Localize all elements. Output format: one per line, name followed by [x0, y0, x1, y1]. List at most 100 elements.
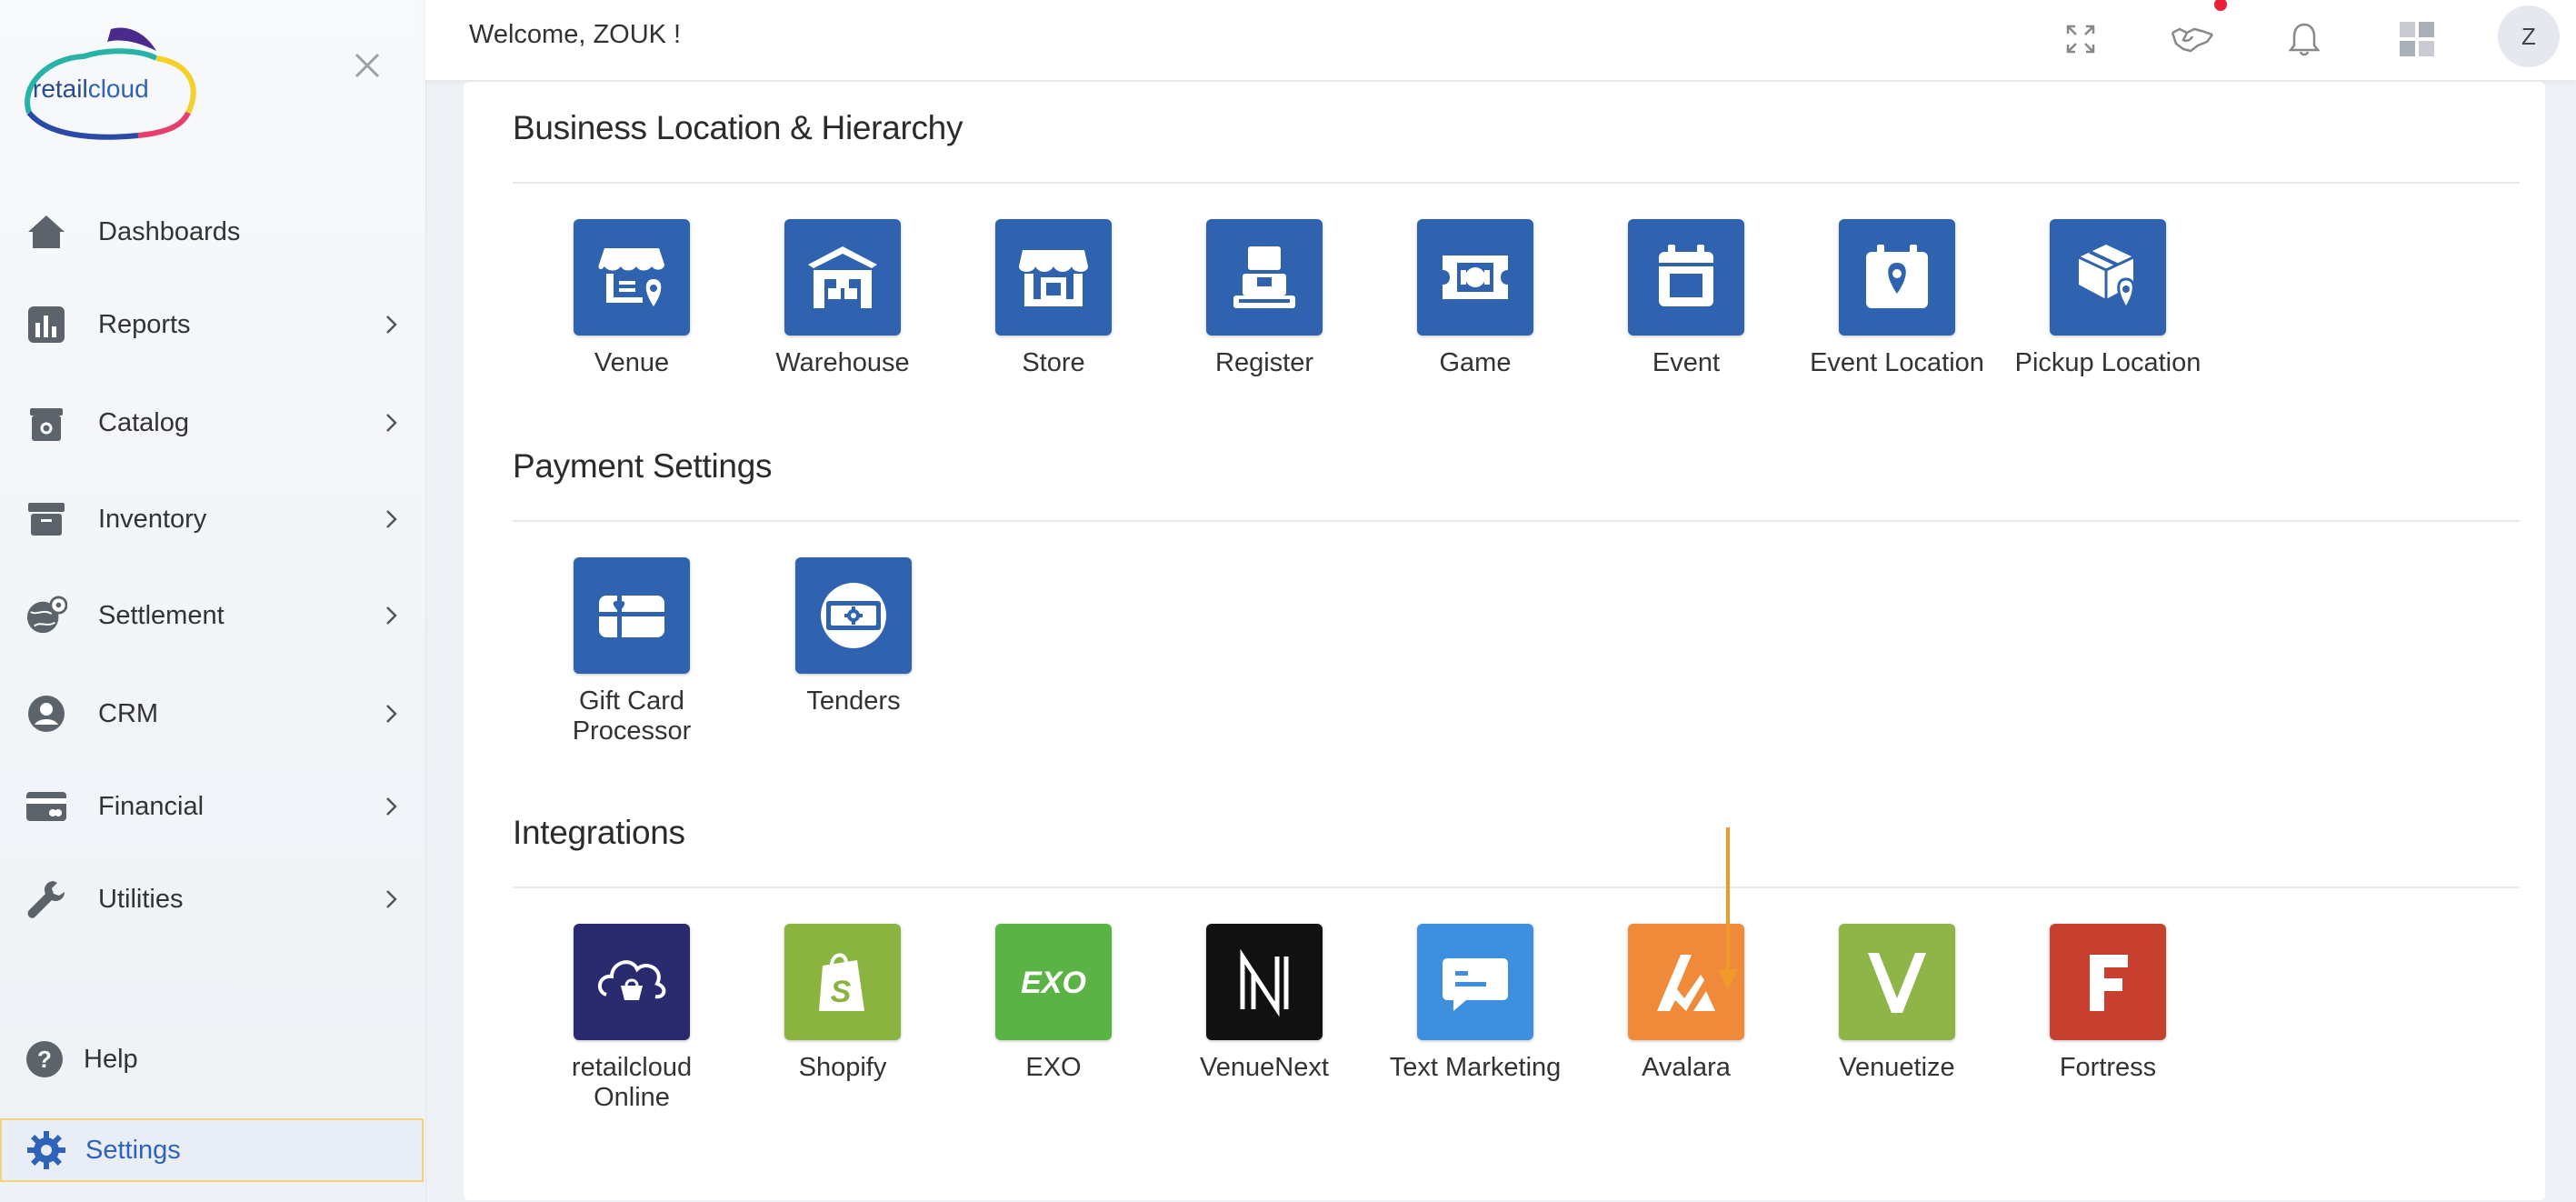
tile-label: Tenders — [806, 686, 901, 716]
tile-label: Event Location — [1810, 348, 1984, 377]
section-title-payment: Payment Settings — [513, 447, 773, 485]
gift-card-icon — [574, 557, 690, 674]
section-title-integrations: Integrations — [513, 814, 685, 851]
tile-label: Store — [1022, 348, 1085, 377]
tile-label: retailcloud Online — [571, 1053, 693, 1112]
tile-pickup-location[interactable]: Pickup Location — [2015, 219, 2201, 378]
partners-button[interactable] — [2170, 16, 2215, 62]
annotation-arrow — [1718, 827, 1738, 989]
chevron-right-icon — [386, 510, 397, 528]
archive-box-icon — [25, 498, 67, 540]
chevron-right-icon — [386, 316, 397, 334]
tile-label: Game — [1439, 348, 1512, 377]
sidebar-item-settlement[interactable]: Settlement — [0, 584, 425, 647]
bell-icon — [2289, 23, 2320, 56]
sidebar-item-label: Settlement — [98, 600, 225, 630]
tile-game[interactable]: Game — [1384, 219, 1566, 378]
globe-location-icon — [25, 595, 67, 636]
sidebar-item-label: Help — [84, 1044, 138, 1074]
tile-venuenext[interactable]: VenueNext — [1173, 924, 1355, 1083]
tile-label: Venuetize — [1839, 1053, 1955, 1082]
tile-register[interactable]: Register — [1173, 219, 1355, 378]
tile-label: Register — [1215, 348, 1313, 377]
tile-label: Avalara — [1642, 1053, 1731, 1082]
sidebar-item-settings[interactable]: Settings — [0, 1118, 424, 1182]
tile-gift-card-processor[interactable]: Gift Card Processor — [541, 557, 723, 746]
apps-button[interactable] — [2394, 16, 2440, 62]
tile-avalara[interactable]: Avalara — [1595, 924, 1777, 1083]
tile-label: Event — [1652, 348, 1721, 377]
retailcloud-online-icon — [574, 924, 690, 1040]
gear-icon — [25, 1129, 67, 1171]
sidebar-item-label: Catalog — [98, 407, 189, 437]
game-ticket-icon — [1417, 219, 1533, 336]
sidebar-item-label: Settings — [85, 1135, 181, 1165]
settings-panel: Business Location & Hierarchy Venue Ware… — [464, 82, 2545, 1200]
notification-dot — [2214, 0, 2227, 11]
tile-venuetize[interactable]: Venuetize — [1806, 924, 1988, 1083]
home-icon — [25, 211, 67, 253]
wrench-icon — [25, 878, 67, 920]
sidebar-item-utilities[interactable]: Utilities — [0, 867, 425, 931]
close-sidebar-button[interactable] — [349, 47, 385, 84]
svg-text:EXO: EXO — [1021, 966, 1086, 1000]
sidebar: retailcloud Dashboards Reports Catalog I… — [0, 0, 426, 1202]
tile-shopify[interactable]: S Shopify — [752, 924, 934, 1083]
avatar[interactable]: Z — [2498, 5, 2560, 67]
tile-label: Venue — [594, 348, 670, 377]
sidebar-item-label: Inventory — [98, 504, 207, 534]
package-pin-icon — [2050, 219, 2166, 336]
notifications-button[interactable] — [2281, 16, 2327, 62]
tile-fortress[interactable]: Fortress — [2017, 924, 2199, 1083]
sidebar-item-label: Reports — [98, 309, 191, 339]
sidebar-item-label: Dashboards — [98, 216, 241, 246]
chevron-right-icon — [386, 414, 397, 432]
svg-text:S: S — [831, 975, 852, 1009]
credit-card-icon — [25, 786, 67, 827]
sidebar-item-help[interactable]: ? Help — [0, 1027, 425, 1091]
user-circle-icon — [25, 693, 67, 735]
tile-warehouse[interactable]: Warehouse — [752, 219, 934, 378]
tile-tenders[interactable]: Tenders — [763, 557, 944, 716]
tile-label: Fortress — [2059, 1053, 2157, 1082]
tile-label: Warehouse — [775, 348, 910, 377]
tile-label: Pickup Location — [2014, 348, 2202, 377]
divider — [513, 886, 2520, 888]
fullscreen-button[interactable] — [2058, 16, 2103, 62]
tile-event-location[interactable]: Event Location — [1806, 219, 1988, 378]
top-bar: Welcome, ZOUK ! Z — [425, 0, 2576, 80]
divider — [513, 182, 2520, 184]
sidebar-item-inventory[interactable]: Inventory — [0, 487, 425, 551]
svg-text:?: ? — [37, 1046, 52, 1073]
tile-venue[interactable]: Venue — [541, 219, 723, 378]
tile-exo[interactable]: EXO EXO — [963, 924, 1144, 1083]
sidebar-item-financial[interactable]: Financial — [0, 775, 425, 838]
tile-label: Shopify — [798, 1053, 887, 1082]
close-icon — [354, 53, 380, 78]
venuetize-icon — [1839, 924, 1955, 1040]
divider — [513, 520, 2520, 522]
chevron-right-icon — [386, 890, 397, 908]
tile-label: Gift Card Processor — [572, 686, 692, 746]
logo-wordmark: retailcloud — [33, 75, 149, 103]
sidebar-item-reports[interactable]: Reports — [0, 293, 425, 356]
sidebar-item-crm[interactable]: CRM — [0, 682, 425, 746]
tile-store[interactable]: Store — [963, 219, 1144, 378]
tile-text-marketing[interactable]: Text Marketing — [1384, 924, 1566, 1083]
section-title-business: Business Location & Hierarchy — [513, 109, 964, 146]
store-icon — [995, 219, 1112, 336]
fullscreen-icon — [2066, 25, 2095, 54]
bar-chart-icon — [25, 304, 67, 346]
chevron-right-icon — [386, 606, 397, 625]
register-icon — [1206, 219, 1323, 336]
sidebar-item-catalog[interactable]: Catalog — [0, 391, 425, 455]
shopify-icon: S — [784, 924, 901, 1040]
tile-retailcloud-online[interactable]: retailcloud Online — [541, 924, 723, 1113]
sidebar-item-dashboards[interactable]: Dashboards — [0, 200, 425, 264]
tile-label: Text Marketing — [1389, 1053, 1562, 1082]
chat-bubble-icon — [1417, 924, 1533, 1040]
sidebar-item-label: Financial — [98, 791, 205, 821]
fortress-icon — [2050, 924, 2166, 1040]
catalog-bag-icon — [25, 402, 67, 444]
tile-event[interactable]: Event — [1595, 219, 1777, 378]
